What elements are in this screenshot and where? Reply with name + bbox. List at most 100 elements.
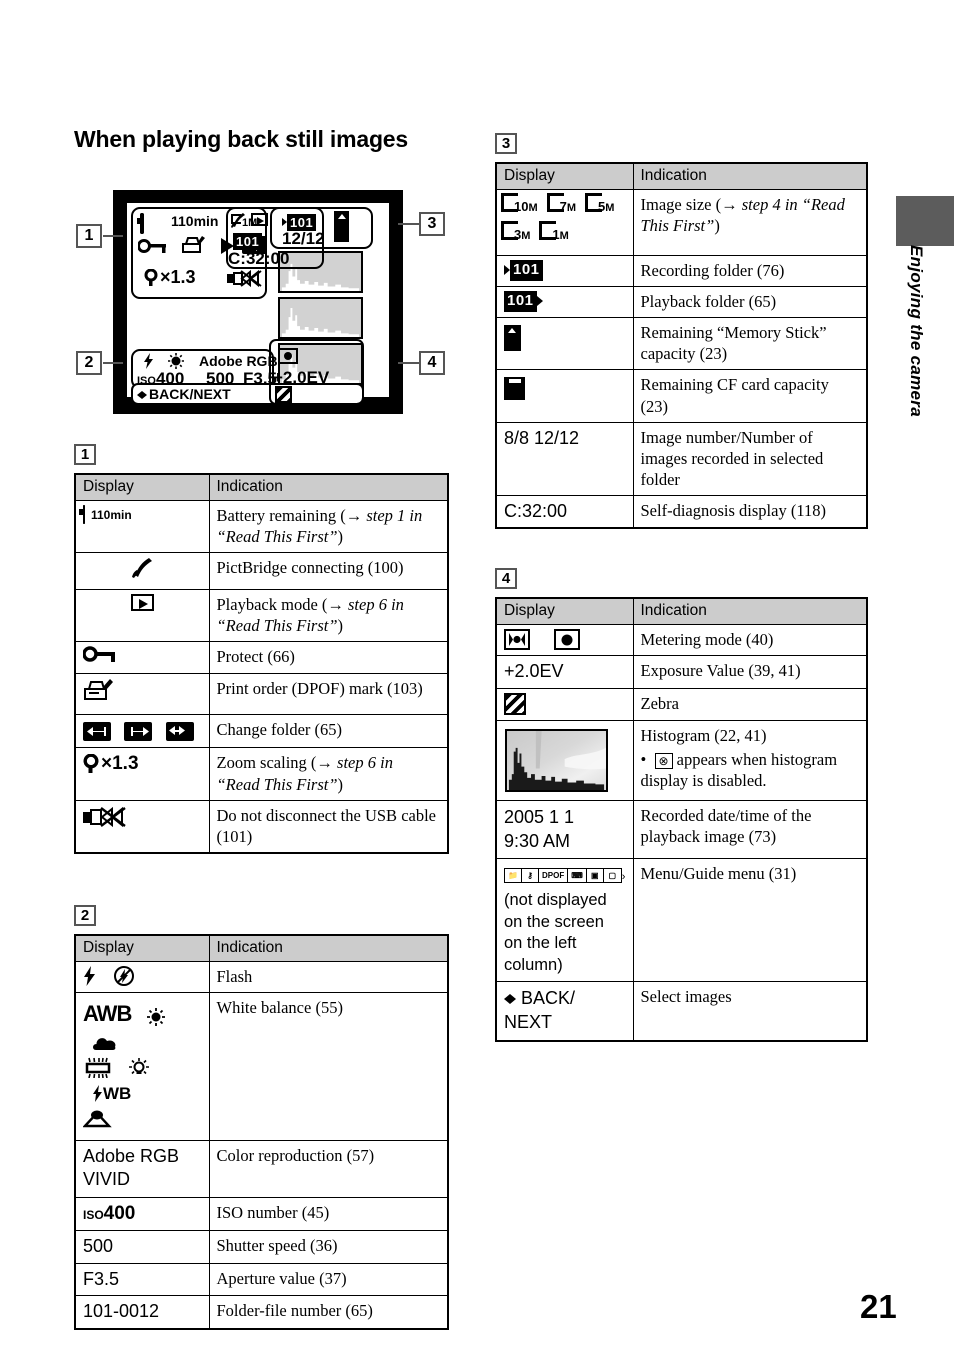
table-row: 101-0012 Folder-file number (65) xyxy=(74,1295,449,1330)
battery-icon xyxy=(83,505,85,524)
lcd-memory-stick-capacity xyxy=(334,211,349,242)
cell-display: 110min xyxy=(74,499,210,554)
cell-display: BACK/NEXT xyxy=(495,980,634,1042)
table-block-1: 1 Display Indication 110min Battery rema… xyxy=(74,444,449,854)
protect-key-icon xyxy=(82,646,115,663)
cell-display xyxy=(74,714,210,749)
section-marker-1: 1 xyxy=(74,444,96,465)
histogram-disabled-icon: ⊗ xyxy=(654,752,673,769)
playback-folder-arrow-icon xyxy=(536,296,543,307)
cell-display xyxy=(74,960,210,994)
spec-table-3: Display Indication 10M 7M 5M 3M 1M Image si… xyxy=(495,162,868,530)
cell-indication: Recorded date/time of the playback image… xyxy=(632,799,868,860)
table-row: Adobe RGB VIVID Color reproduction (57) xyxy=(74,1139,449,1198)
lcd-metering-mode-icon xyxy=(278,348,298,364)
table-header-row: Display Indication xyxy=(74,934,449,962)
callout-3: 3 xyxy=(419,212,445,236)
cell-indication: Change folder (65) xyxy=(208,714,449,749)
table-row: 101 Recording folder (76) xyxy=(495,254,868,288)
table-row: 500 Shutter speed (36) xyxy=(74,1230,449,1264)
side-tab-label: Enjoying the camera xyxy=(907,245,926,417)
image-size-5m-icon: 5M xyxy=(585,193,614,219)
cell-display xyxy=(74,589,210,643)
cell-indication: Metering mode (40) xyxy=(632,623,868,657)
dpof-print-icon xyxy=(84,679,113,701)
cell-display xyxy=(74,552,210,591)
image-size-7m-icon: 7M xyxy=(546,193,576,219)
cell-indication: PictBridge connecting (100) xyxy=(208,552,449,591)
change-folder-next-icon xyxy=(124,721,153,741)
cell-display: Adobe RGB VIVID xyxy=(74,1139,210,1198)
table-header-row: Display Indication xyxy=(495,162,868,190)
cell-display: 101 xyxy=(495,254,634,288)
col-header-display: Display xyxy=(74,473,210,501)
histogram-thumbnail xyxy=(505,728,608,792)
lcd-magnifier-icon xyxy=(144,269,158,286)
table-row: Remaining CF card capacity (23) xyxy=(495,369,868,423)
table-row: 110min Battery remaining (→ step 1 in “R… xyxy=(74,499,449,554)
playback-folder-icon: 101 xyxy=(504,291,537,312)
cell-indication: Exposure Value (39, 41) xyxy=(632,655,868,689)
cell-display: AWB WB xyxy=(74,992,210,1141)
cell-display: 500 xyxy=(74,1230,210,1264)
cell-indication: Flash xyxy=(208,960,449,994)
table-row: Print order (DPOF) mark (103) xyxy=(74,673,449,716)
recording-folder-icon: 101 xyxy=(510,260,543,281)
incandescent-wb-icon xyxy=(129,1058,150,1075)
cell-display xyxy=(495,317,634,371)
lcd-zoom-scaling: ×1.3 xyxy=(160,267,196,287)
menu-guide-more-arrow: › xyxy=(621,871,626,884)
lcd-inner-screen: 110min ×1.3 1M 101 101 12/12 C:32:00 Ado… xyxy=(127,203,389,405)
table-row: Change folder (65) xyxy=(74,714,449,749)
change-folder-back-icon xyxy=(83,721,111,741)
cf-card-capacity-icon xyxy=(504,377,525,401)
callout-2-leader xyxy=(103,362,123,364)
table-header-row: Display Indication xyxy=(495,597,868,625)
table-row: BACK/NEXT Select images xyxy=(495,980,868,1042)
image-size-1m-icon: 1M xyxy=(539,221,569,247)
memory-stick-capacity-icon xyxy=(504,325,521,352)
table-row: 101 Playback folder (65) xyxy=(495,286,868,319)
lcd-image-count: 12/12 xyxy=(282,229,325,248)
lcd-screen-diagram: 110min ×1.3 1M 101 101 12/12 C:32:00 Ado… xyxy=(113,190,403,414)
table-row: +2.0EV Exposure Value (39, 41) xyxy=(495,655,868,689)
spot-metering-icon xyxy=(554,629,581,650)
cell-indication: Menu/Guide menu (31) xyxy=(632,858,868,982)
flash-on-icon xyxy=(84,966,95,986)
spec-table-2: Display Indication Flash AWB WB White ba… xyxy=(74,934,449,1330)
cell-indication: Select images xyxy=(632,980,868,1042)
col-header-display: Display xyxy=(74,934,210,962)
cell-display: C:32:00 xyxy=(495,494,634,529)
cell-indication: Zebra xyxy=(632,687,868,721)
cell-display: 2005 1 1 9:30 AM xyxy=(495,799,634,860)
multi-pattern-metering-icon xyxy=(504,629,530,650)
page-number: 21 xyxy=(860,1288,897,1325)
cell-display: 101 xyxy=(495,286,634,319)
lcd-image-size: 1M xyxy=(231,214,257,229)
table-row: Protect (66) xyxy=(74,641,449,675)
change-folder-both-icon xyxy=(165,721,194,741)
cell-display xyxy=(495,719,634,801)
magnifier-icon xyxy=(83,753,99,774)
cell-display xyxy=(74,673,210,716)
menu-guide-note: (not displayed on the screen on the left… xyxy=(504,891,607,974)
cell-indication: Battery remaining (→ step 1 in “Read Thi… xyxy=(208,499,449,554)
cell-indication: Histogram (22, 41) • ⊗ appears when hist… xyxy=(632,719,868,801)
menu-rotate-icon: ▢ xyxy=(608,871,617,881)
table-block-4: 4 Display Indication Metering mode (40) … xyxy=(495,568,868,1042)
lcd-self-diagnosis: C:32:00 xyxy=(228,249,290,268)
table-row: Do not disconnect the USB cable (101) xyxy=(74,799,449,854)
callout-2: 2 xyxy=(76,351,102,375)
col-header-display: Display xyxy=(495,162,634,190)
battery-time-label: 110min xyxy=(91,508,132,522)
lcd-white-balance-icon xyxy=(168,353,184,369)
lcd-usb-do-not-disconnect-icon xyxy=(227,269,262,288)
cell-indication: Do not disconnect the USB cable (101) xyxy=(208,799,449,854)
zebra-icon xyxy=(504,692,526,715)
flash-wb-icon: WB xyxy=(92,1081,131,1107)
table-row: AWB WB White balance (55) xyxy=(74,992,449,1141)
table-row: Zebra xyxy=(495,687,868,721)
custom-wb-icon xyxy=(82,1110,112,1128)
spec-table-4: Display Indication Metering mode (40) +2… xyxy=(495,597,868,1042)
table-header-row: Display Indication xyxy=(74,473,449,501)
